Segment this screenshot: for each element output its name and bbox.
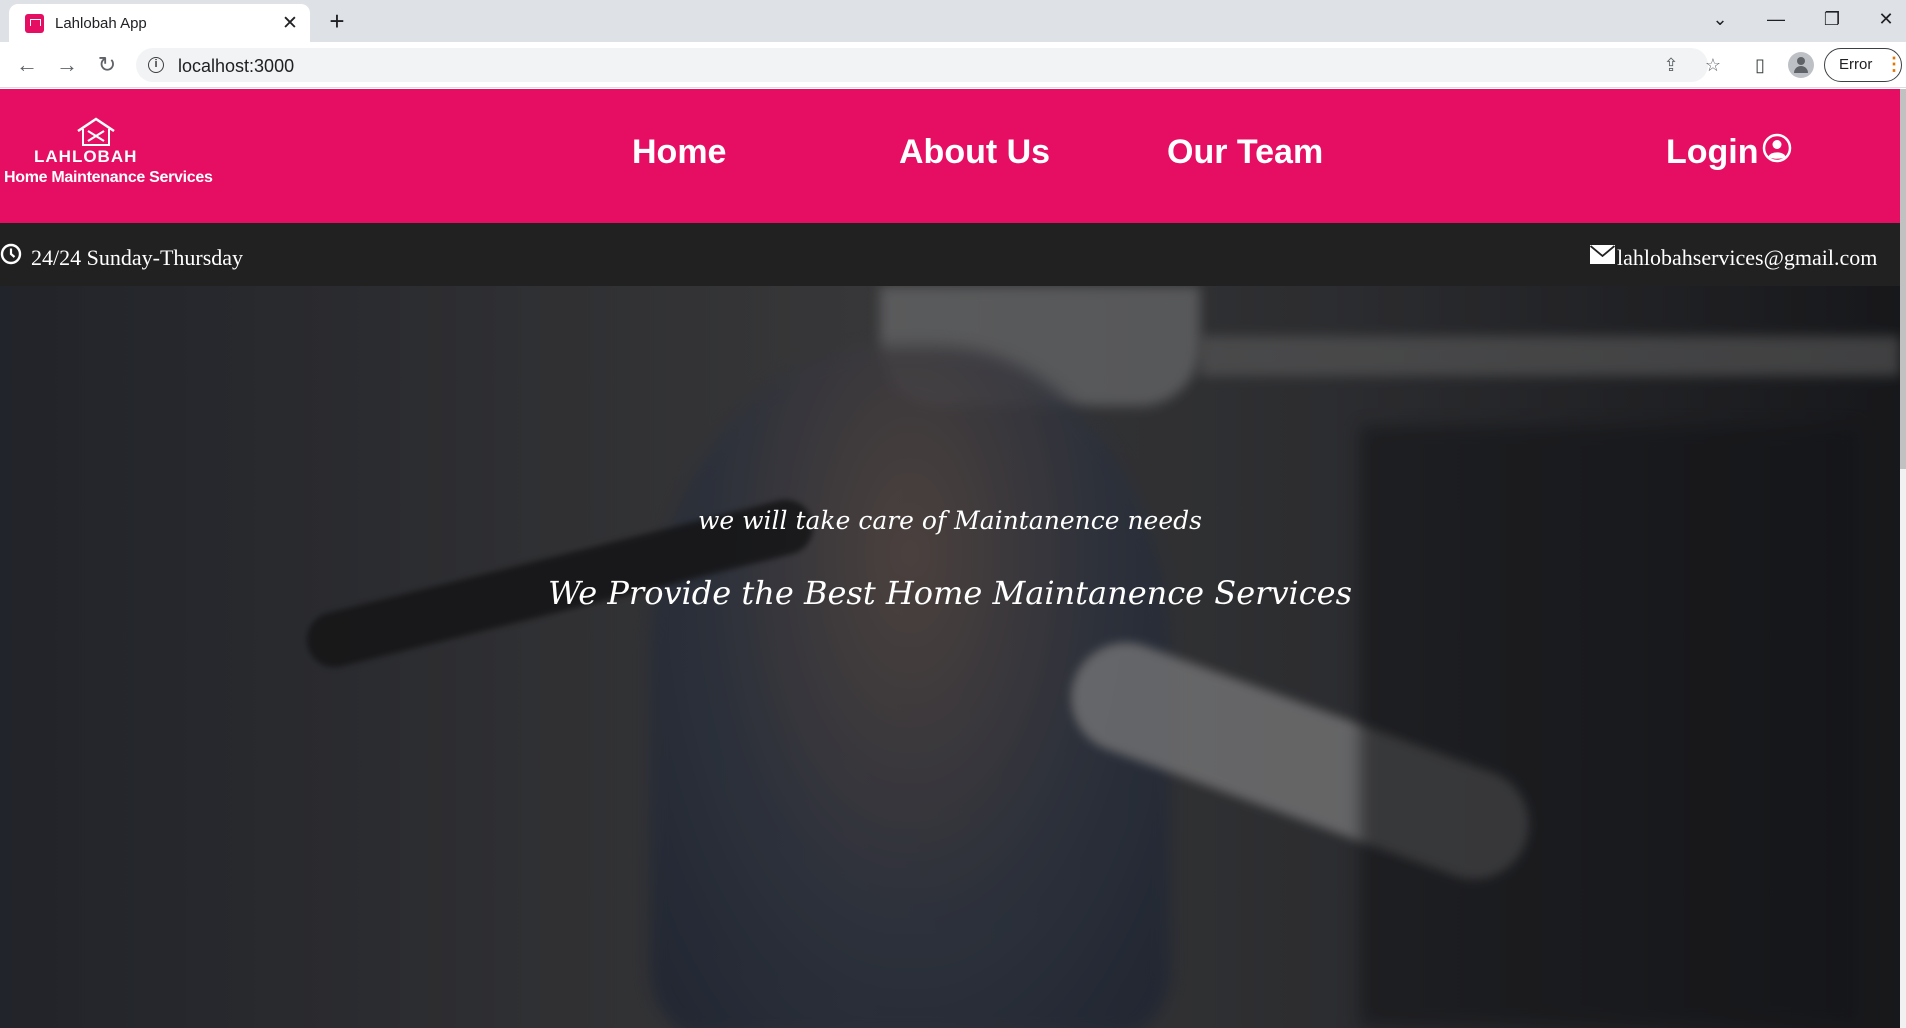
nav-about-us[interactable]: About Us <box>899 133 1050 172</box>
restore-icon[interactable]: ❐ <box>1812 4 1852 34</box>
minimize-icon[interactable]: — <box>1756 4 1796 34</box>
hero-banner: we will take care of Maintanence needs W… <box>0 286 1900 1028</box>
tab-search-icon[interactable]: ⌄ <box>1700 4 1740 34</box>
close-window-icon[interactable]: ✕ <box>1866 4 1906 34</box>
scrollbar-thumb[interactable] <box>1900 89 1906 469</box>
new-tab-button[interactable]: + <box>322 7 352 37</box>
hero-title: We Provide the Best Home Maintanence Ser… <box>547 574 1353 612</box>
logo-name: LAHLOBAH <box>34 147 138 166</box>
nav-login[interactable]: Login <box>1666 133 1759 172</box>
house-tools-icon <box>77 117 115 146</box>
url-text[interactable]: localhost:3000 <box>178 56 294 77</box>
envelope-icon <box>1590 245 1615 264</box>
menu-kebab-icon[interactable]: ⋮ <box>1885 49 1903 79</box>
nav-home[interactable]: Home <box>632 133 726 172</box>
info-bar: 24/24 Sunday-Thursday lahlobahservices@g… <box>0 223 1900 286</box>
back-icon[interactable]: ← <box>12 50 42 80</box>
tab-title: Lahlobah App <box>55 15 147 32</box>
forward-icon[interactable]: → <box>52 50 82 80</box>
business-hours: 24/24 Sunday-Thursday <box>31 245 244 270</box>
profile-avatar-icon[interactable] <box>1788 52 1814 78</box>
browser-toolbar: ← → ↻ i localhost:3000 ⇪ ☆ ▯ Error ⋮ <box>0 42 1906 88</box>
site-logo[interactable]: LAHLOBAH Home Maintenance Services <box>4 117 213 197</box>
logo-tagline: Home Maintenance Services <box>4 169 213 186</box>
tab-favicon-icon <box>25 14 44 33</box>
reload-icon[interactable]: ↻ <box>92 50 122 80</box>
hero-dark-overlay <box>0 286 1900 1028</box>
share-icon[interactable]: ⇪ <box>1658 52 1684 78</box>
user-circle-icon[interactable] <box>1762 133 1792 163</box>
profile-error-label: Error <box>1839 56 1873 73</box>
bookmark-star-icon[interactable]: ☆ <box>1700 52 1726 78</box>
page-scrollbar[interactable] <box>1900 89 1906 1028</box>
address-bar[interactable]: i localhost:3000 ⇪ ☆ <box>136 48 1721 82</box>
browser-tab[interactable]: Lahlobah App ✕ <box>9 4 310 42</box>
clock-icon <box>0 243 22 265</box>
side-panel-icon[interactable]: ▯ <box>1746 51 1774 79</box>
browser-tabstrip: Lahlobah App ✕ + ⌄ — ❐ ✕ <box>0 0 1906 42</box>
contact-email[interactable]: lahlobahservices@gmail.com <box>1617 245 1877 271</box>
page-viewport: LAHLOBAH Home Maintenance Services Home … <box>0 89 1906 1028</box>
hero-subtitle: we will take care of Maintanence needs <box>698 506 1202 535</box>
site-navbar: LAHLOBAH Home Maintenance Services Home … <box>0 89 1900 223</box>
site-info-icon[interactable]: i <box>148 57 164 73</box>
nav-our-team[interactable]: Our Team <box>1167 133 1323 172</box>
tab-close-icon[interactable]: ✕ <box>279 13 301 35</box>
profile-error-button[interactable]: Error ⋮ <box>1824 48 1903 82</box>
